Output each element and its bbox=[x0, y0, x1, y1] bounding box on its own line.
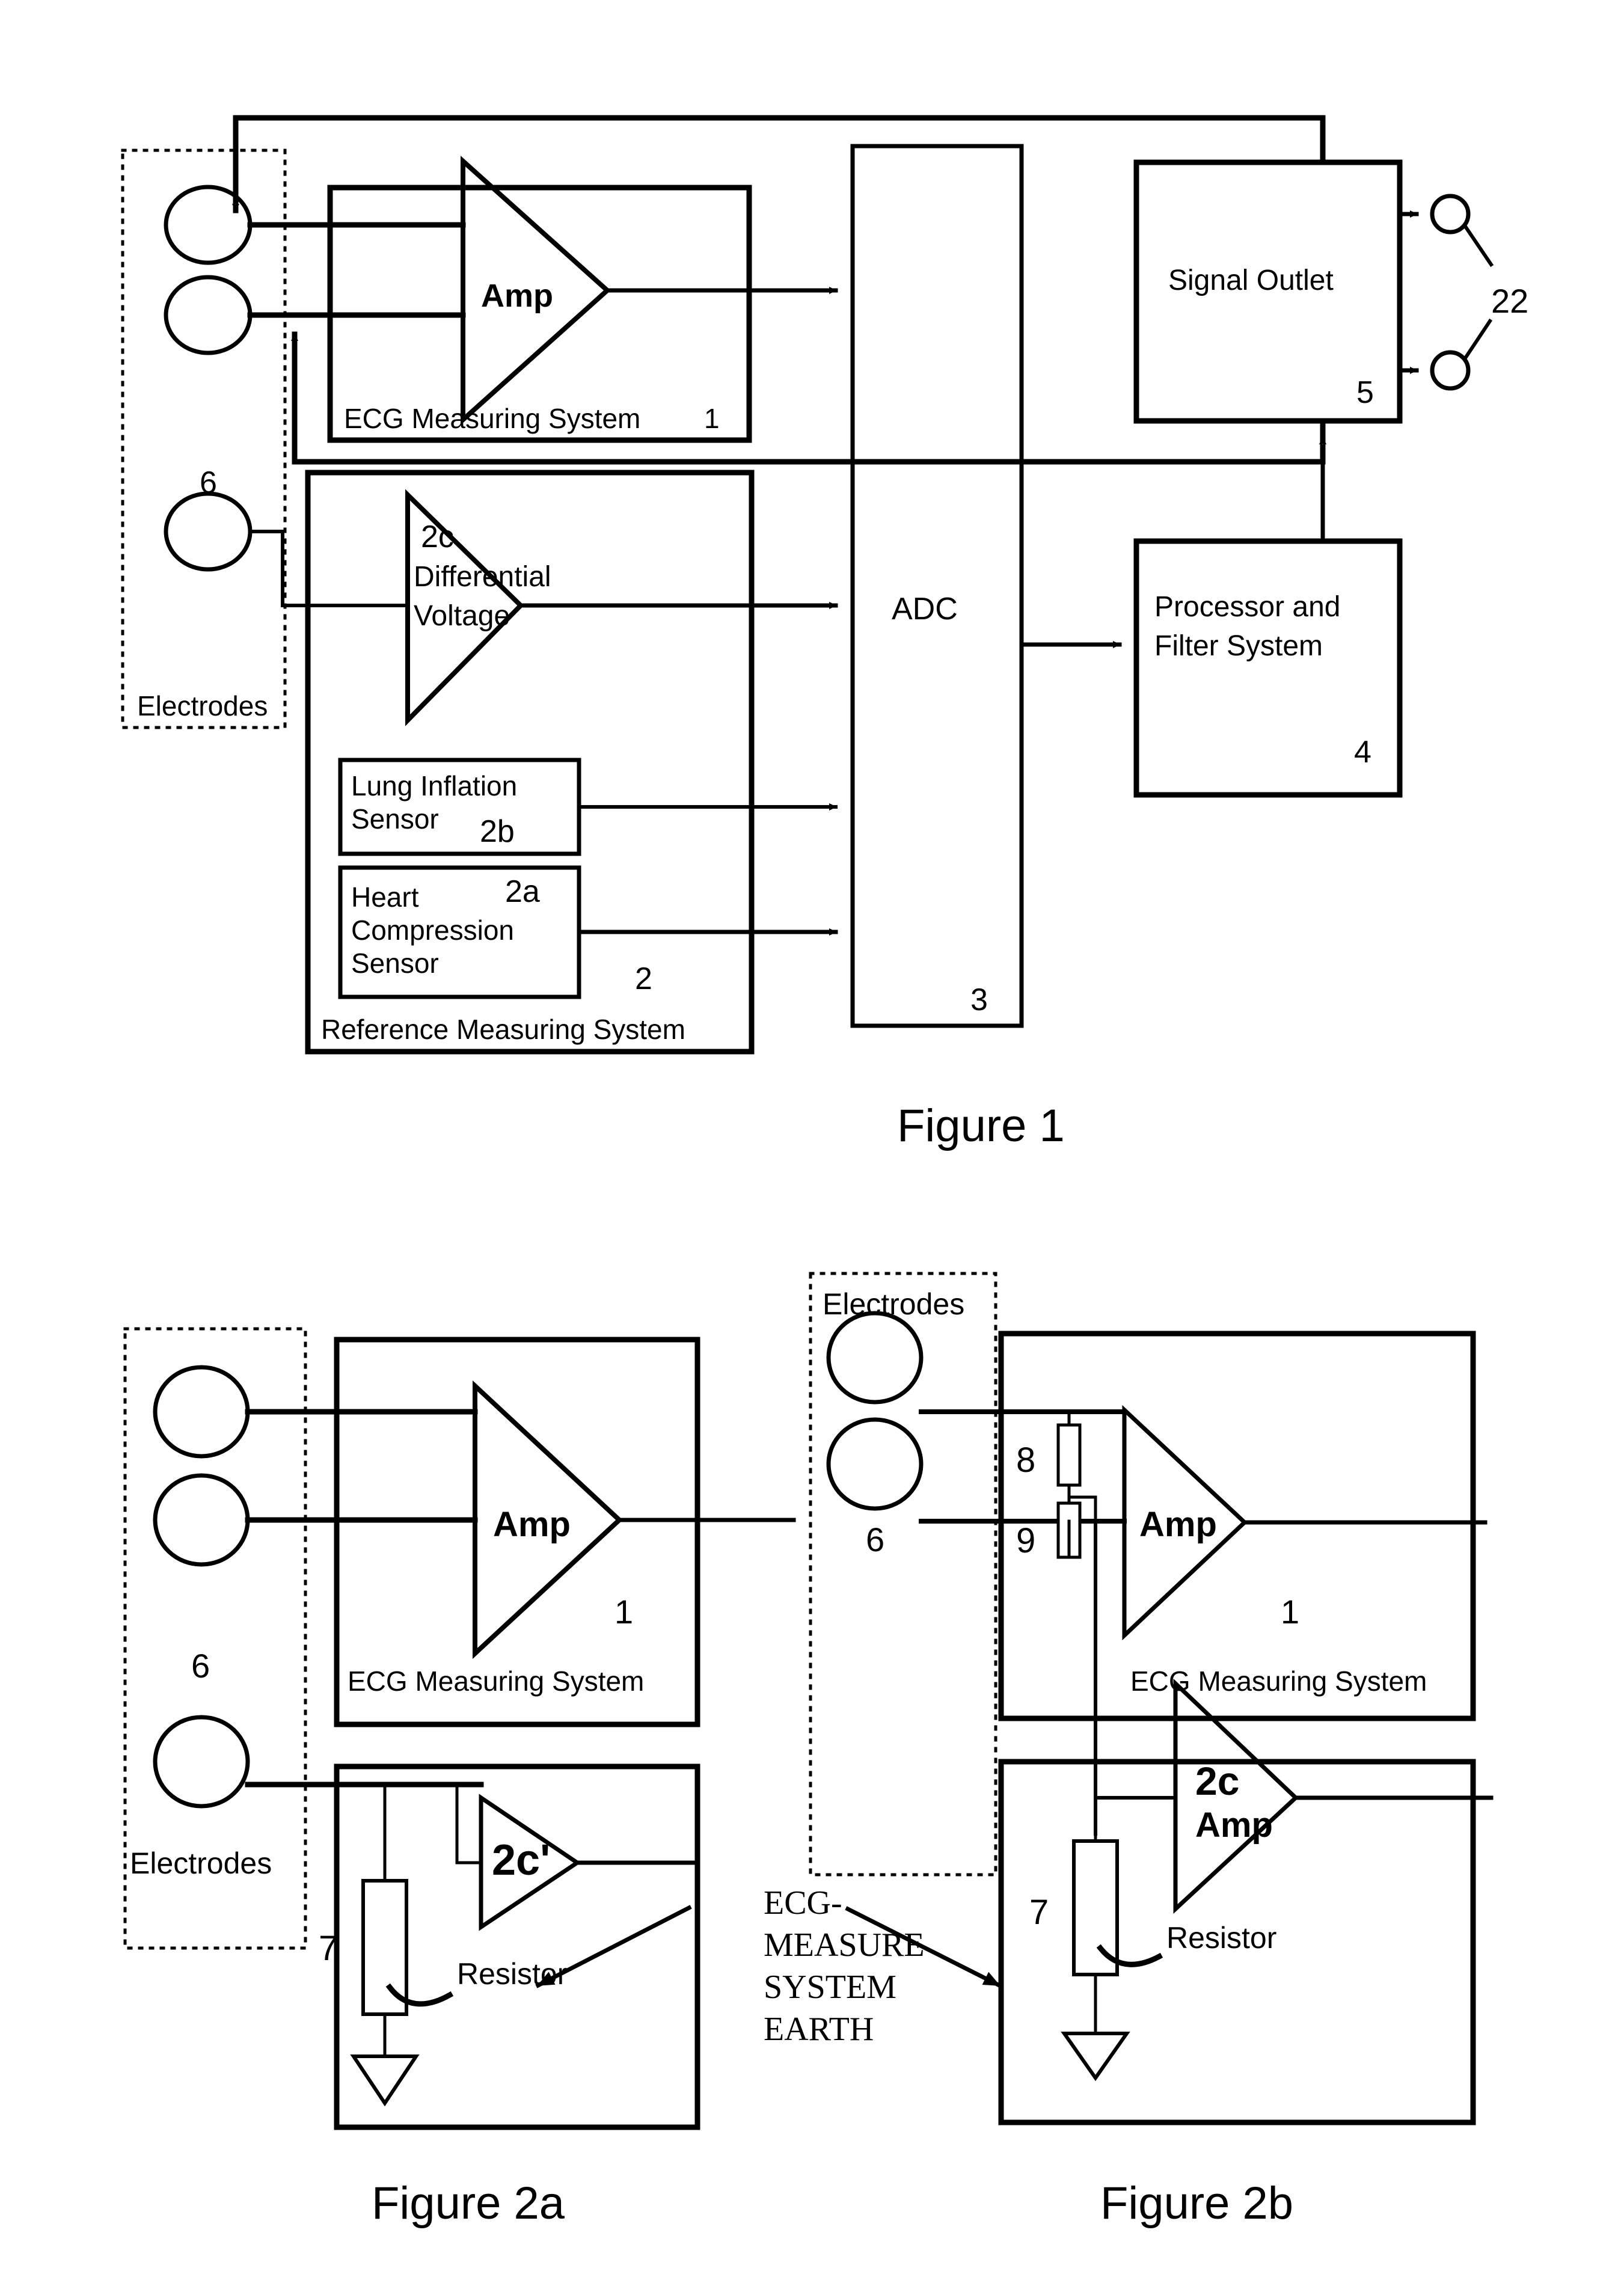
figure2b-caption: Figure 2b bbox=[1100, 2178, 1293, 2229]
figure2b-electrodes-ref: 6 bbox=[866, 1521, 884, 1558]
figure2b-resistor-label: Resistor bbox=[1166, 1921, 1276, 1955]
figure-1 bbox=[121, 115, 1494, 1055]
figure2b-amp-label: Amp bbox=[1139, 1505, 1217, 1544]
figure2b-resistor8-body bbox=[1056, 1423, 1082, 1487]
figure1-ecg-system-label: ECG Measuring System bbox=[344, 403, 640, 434]
figure2a-electrode-3 bbox=[153, 1715, 250, 1809]
figure1-output-terminals-ref: 22 bbox=[1491, 282, 1528, 320]
figure1-lung-sensor-line2: Sensor bbox=[351, 803, 439, 835]
figure2a-reference-amp-label: 2c' bbox=[492, 1836, 550, 1884]
figure1-amp-label: Amp bbox=[481, 278, 553, 314]
figure1-electrodes-label: Electrodes bbox=[137, 690, 268, 722]
figure1-lung-sensor-ref: 2b bbox=[480, 814, 515, 849]
figure2a-caption: Figure 2a bbox=[372, 2178, 565, 2229]
figure2a-electrodes-ref: 6 bbox=[191, 1647, 210, 1685]
figure2a-ecg-system-label: ECG Measuring System bbox=[348, 1665, 644, 1697]
earth-note-line1: ECG- bbox=[764, 1884, 842, 1922]
figure2b-ecg-system-label: ECG Measuring System bbox=[1130, 1665, 1427, 1697]
figure2a-amp-label: Amp bbox=[493, 1505, 571, 1544]
figure1-heart-sensor-line2: Compression bbox=[351, 915, 514, 946]
figure1-diffamp-line1: Differential bbox=[414, 561, 551, 593]
figure1-heart-sensor-line3: Sensor bbox=[351, 948, 439, 979]
figure1-lung-sensor-line1: Lung Inflation bbox=[351, 770, 517, 801]
figure2b-electrodes-dashed-box bbox=[809, 1272, 997, 1877]
figure2a-ecg-system-ref: 1 bbox=[614, 1593, 633, 1631]
figure2b-resistor-ref: 7 bbox=[1029, 1893, 1049, 1932]
figure1-signal-outlet-label: Signal Outlet bbox=[1168, 265, 1334, 296]
figure2b-resistor8-ref: 8 bbox=[1016, 1441, 1035, 1480]
figure1-electrodes-ref: 6 bbox=[200, 465, 217, 500]
figure2a-resistor-label: Resistor bbox=[457, 1957, 567, 1991]
figure1-reference-system-label: Reference Measuring System bbox=[321, 1014, 685, 1045]
figure2b-earth-symbol bbox=[1061, 2032, 1130, 2082]
earth-note-line3: SYSTEM bbox=[764, 1969, 896, 2006]
patent-figure-sheet: Amp ECG Measuring System 1 6 Electrodes … bbox=[0, 0, 1624, 2295]
figure2a-electrodes-label: Electrodes bbox=[130, 1846, 272, 1880]
figure-2a bbox=[123, 1327, 796, 2130]
figure-sheet-canvas: Amp ECG Measuring System 1 6 Electrodes … bbox=[121, 115, 1528, 2229]
figure2b-reference-amp-label: Amp bbox=[1195, 1806, 1273, 1845]
figure2b-resistor-body bbox=[1072, 1839, 1119, 1976]
figure2a-resistor-ref: 7 bbox=[319, 1929, 338, 1968]
figure1-adc-ref: 3 bbox=[970, 982, 988, 1017]
figure1-output-terminal-2 bbox=[1430, 350, 1471, 391]
figure1-processor-line1: Processor and bbox=[1154, 591, 1341, 623]
figure2b-electrode-2 bbox=[826, 1417, 924, 1511]
figure1-diffamp-ref: 2c bbox=[421, 519, 454, 554]
figure2b-resistor9-ref: 9 bbox=[1016, 1521, 1035, 1560]
figure2a-electrode-1 bbox=[153, 1365, 250, 1459]
figure1-heart-sensor-line1: Heart bbox=[351, 881, 419, 913]
figure-2b bbox=[809, 1272, 1494, 2125]
figure1-electrode-3 bbox=[164, 491, 253, 572]
earth-note-line4: EARTH bbox=[764, 2011, 874, 2048]
figure1-wire-electrode3-to-diffamp bbox=[248, 530, 409, 607]
figure1-processor-ref: 4 bbox=[1354, 735, 1371, 770]
figure2b-ecg-system-ref: 1 bbox=[1281, 1593, 1299, 1631]
figure2b-electrodes-label: Electrodes bbox=[823, 1287, 964, 1321]
figure1-leader-terminal2-to-22 bbox=[1463, 318, 1493, 360]
figure1-electrode-2 bbox=[164, 275, 253, 355]
figure1-electrodes-dashed-box bbox=[121, 149, 287, 729]
earth-note-line2: MEASURE bbox=[764, 1926, 925, 1964]
figure2b-reference-amp-ref: 2c bbox=[1195, 1759, 1239, 1803]
figure1-adc-box bbox=[850, 144, 1024, 1028]
figure1-reference-system-ref: 2 bbox=[635, 961, 652, 996]
figure1-diffamp-line2: Voltage bbox=[414, 600, 510, 632]
figure1-heart-sensor-ref: 2a bbox=[505, 874, 540, 909]
figure1-signal-outlet-ref: 5 bbox=[1356, 375, 1374, 410]
figure1-processor-line2: Filter System bbox=[1154, 630, 1323, 662]
figure1-caption: Figure 1 bbox=[897, 1100, 1065, 1151]
figure1-leader-terminal1-to-22 bbox=[1463, 224, 1494, 268]
figure1-ecg-system-ref: 1 bbox=[704, 403, 720, 434]
figure1-adc-label: ADC bbox=[892, 592, 958, 627]
figure2a-electrode-2 bbox=[153, 1473, 250, 1567]
figure2a-earth-symbol bbox=[350, 2054, 420, 2107]
figure2a-wire-refamp-input-stub bbox=[455, 1783, 483, 1864]
figure2b-electrode-1 bbox=[826, 1311, 924, 1405]
figure1-output-terminal-1 bbox=[1430, 194, 1471, 234]
